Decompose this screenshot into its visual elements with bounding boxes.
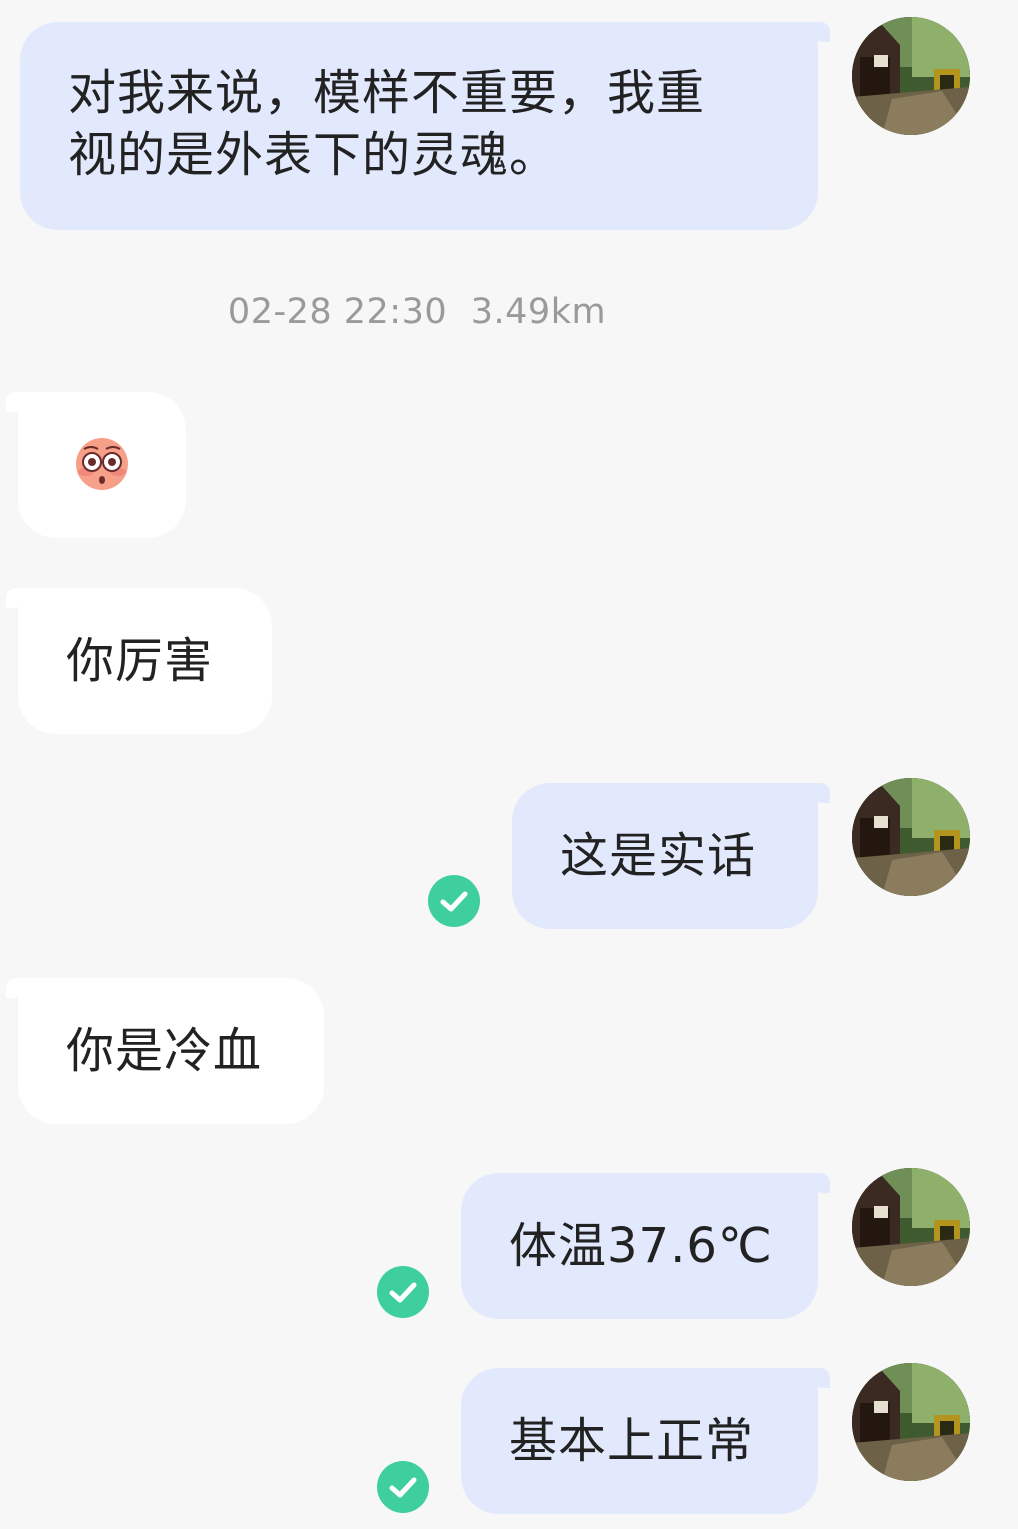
message-text-line: 对我来说，模样不重要，我重 (68, 65, 706, 121)
message-text: 你厉害 (66, 633, 214, 689)
message-text: 你是冷血 (66, 1023, 263, 1079)
avatar[interactable] (852, 1168, 970, 1286)
timestamp: 02-28 22:30 3.49km (0, 292, 834, 332)
message-bubble-outgoing[interactable]: 基本上正常 (461, 1368, 830, 1514)
message-bubble-outgoing[interactable]: 这是实话 (512, 783, 830, 929)
avatar[interactable] (852, 778, 970, 896)
avatar-forest-house-icon (852, 1168, 970, 1286)
message-text-line: 视的是外表下的灵魂。 (68, 127, 559, 183)
message-text: 这是实话 (560, 828, 757, 884)
message-bubble-incoming[interactable]: 你是冷血 (6, 978, 324, 1124)
avatar-forest-house-icon (852, 778, 970, 896)
avatar-forest-house-icon (852, 1363, 970, 1481)
message-bubble-incoming[interactable]: 你厉害 (6, 588, 272, 734)
message-text: 体温37.6℃ (509, 1218, 773, 1274)
flushed-face-emoji-icon (74, 436, 130, 496)
chat-window: 对我来说，模样不重要，我重 视的是外表下的灵魂。 02-28 22:30 3.4… (0, 0, 1018, 1529)
avatar-forest-house-icon (852, 17, 970, 135)
read-check-icon (428, 875, 480, 927)
avatar[interactable] (852, 17, 970, 135)
message-bubble-outgoing[interactable]: 对我来说，模样不重要，我重 视的是外表下的灵魂。 (20, 22, 830, 230)
message-bubble-outgoing[interactable]: 体温37.6℃ (461, 1173, 830, 1319)
message-text: 基本上正常 (509, 1413, 755, 1469)
read-check-icon (377, 1461, 429, 1513)
read-check-icon (377, 1266, 429, 1318)
distance-label: 3.49km (470, 292, 607, 332)
avatar[interactable] (852, 1363, 970, 1481)
message-date-time: 02-28 22:30 (227, 292, 448, 332)
